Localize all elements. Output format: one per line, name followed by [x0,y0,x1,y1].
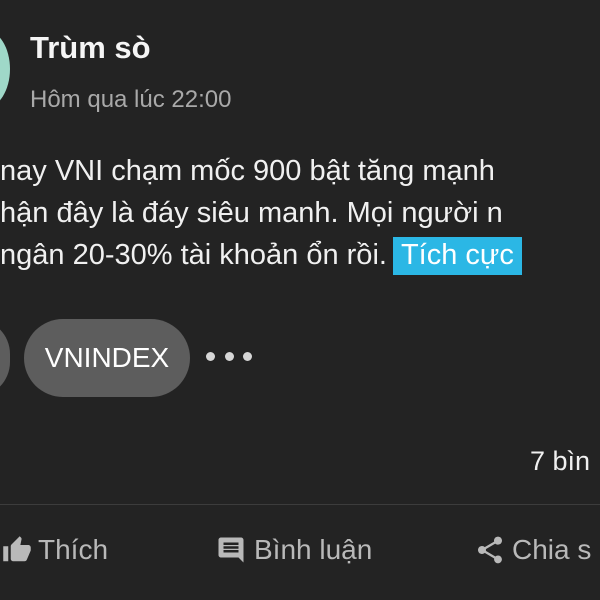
share-label: Chia s [512,534,592,565]
more-options-button[interactable] [206,340,252,372]
post-body: nay VNI chạm mốc 900 bật tăng mạnh hận đ… [0,150,600,276]
post-card: Trùm sò Hôm qua lúc 22:00 nay VNI chạm m… [0,0,600,600]
post-line-text: ngân 20-30% tài khoản ổn rồi. [0,239,387,271]
more-icon [224,351,234,361]
more-icon [243,351,252,361]
comment-button[interactable]: Bình luận [214,528,372,572]
share-icon [474,534,506,566]
comment-count[interactable]: 7 bìn [530,446,590,477]
thumbs-up-icon [2,535,32,565]
post-line: hận đây là đáy siêu manh. Mọi người n [0,197,503,229]
author-name[interactable]: Trùm sò [30,30,151,66]
post-line: ngân 20-30% tài khoản ổn rồi. Tích cực [0,234,600,276]
tag-chip-vnindex[interactable]: VNINDEX [24,319,190,397]
post-line: nay VNI chạm mốc 900 bật tăng mạnh [0,155,495,187]
like-button[interactable]: Thích [2,528,108,572]
share-button[interactable]: Chia s [474,528,591,572]
divider [0,504,600,505]
comment-label: Bình luận [254,534,373,565]
more-icon [206,351,215,361]
avatar[interactable] [0,30,10,108]
tag-chip-partial[interactable] [0,319,10,397]
post-timestamp[interactable]: Hôm qua lúc 22:00 [30,86,231,114]
like-label: Thích [38,534,109,565]
comment-icon [214,535,248,565]
sentiment-badge: Tích cực [392,237,522,275]
